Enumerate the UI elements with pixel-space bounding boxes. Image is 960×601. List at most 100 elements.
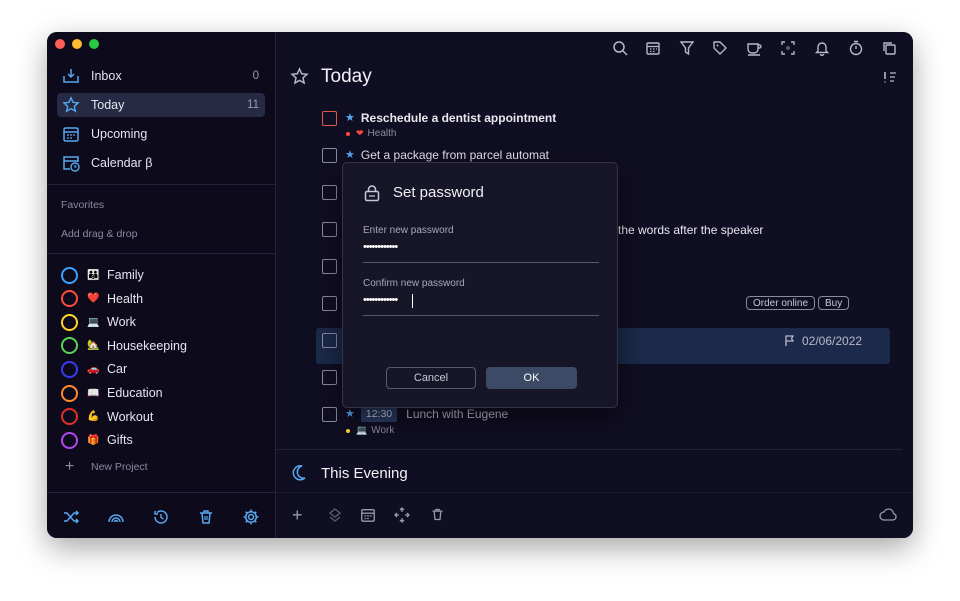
task-project: ❤ Health [346,128,396,139]
project-label: Housekeeping [107,338,187,353]
settings-icon[interactable] [242,508,260,526]
project-label: Gifts [107,433,133,448]
project-emoji-icon: 💻 [87,316,100,328]
sort-icon[interactable] [883,70,897,87]
calendar-icon[interactable] [645,40,661,56]
project-item[interactable]: 💪 Workout [61,407,153,427]
close-window-button[interactable] [55,39,65,49]
task-row[interactable]: ★ 12:30 Lunch with Eugene [322,407,508,422]
dialog-title: Set password [393,184,484,201]
set-password-dialog: Set password Enter new password ••••••••… [342,162,618,408]
sidebar-bottom-bar [47,492,276,538]
cloud-icon[interactable] [879,508,897,526]
tag-chip[interactable]: Order online [746,296,816,310]
bell-icon[interactable] [814,40,830,56]
project-ring-icon [61,431,78,449]
task-checkbox[interactable] [322,333,337,348]
task-time-badge: 12:30 [360,407,398,422]
task-checkbox[interactable] [322,296,337,311]
project-item[interactable]: 👪 Family [61,265,144,285]
project-ring-icon [61,337,78,355]
focus-icon[interactable] [780,40,796,56]
nav-calendar[interactable]: Calendar β [57,151,265,175]
task-checkbox[interactable] [322,259,337,274]
calendar-icon [62,125,80,143]
sidebar: Inbox 0 Today 11 Upcoming Calendar β Fav… [47,32,276,538]
history-icon[interactable] [152,508,170,526]
task-checkbox[interactable] [322,111,337,126]
inbox-count: 0 [252,70,259,82]
project-emoji-icon: 🎁 [87,434,100,446]
new-password-field[interactable]: •••••••••••• [363,241,398,253]
project-item[interactable]: 💻 Work [61,312,136,332]
project-item[interactable]: 🚗 Car [61,359,127,379]
project-emoji-icon: 📖 [87,387,100,399]
task-row[interactable]: ★ Get a package from parcel automat [322,148,549,163]
task-title: Lunch with Eugene [406,407,509,421]
copy-icon[interactable] [881,40,897,56]
add-drag-drop-hint: Add drag & drop [61,228,138,240]
ok-button[interactable]: OK [486,367,577,389]
project-label: Work [107,315,136,330]
section-divider [276,492,913,493]
rainbow-icon[interactable] [107,508,125,526]
project-ring-icon [61,384,78,402]
task-row[interactable]: ★ Reschedule a dentist appointment [322,111,556,126]
project-ring-icon [61,360,78,378]
task-title: Reschedule a dentist appointment [360,111,557,125]
new-password-underline [363,262,599,263]
nav-inbox[interactable]: Inbox 0 [57,64,265,88]
timer-icon[interactable] [848,40,864,56]
project-label: Health [107,291,144,306]
task-checkbox[interactable] [322,370,337,385]
new-project-label: New Project [91,461,148,473]
star-icon: ★ [345,149,355,161]
move-icon[interactable] [394,507,410,528]
task-checkbox[interactable] [322,185,337,200]
project-label: Family [107,268,144,282]
confirm-password-field[interactable]: •••••••••••• [363,294,398,306]
nav-upcoming-label: Upcoming [91,127,148,141]
search-icon[interactable] [612,40,628,56]
task-due-date: 02/06/2022 [802,334,863,348]
confirm-password-underline [363,315,599,316]
minimize-window-button[interactable] [72,39,82,49]
section-divider [276,449,902,450]
shuffle-icon[interactable] [62,508,80,526]
flag-icon [784,334,796,352]
project-item[interactable]: 📖 Education [61,383,163,403]
star-icon: ★ [345,112,355,124]
lock-icon [363,184,381,207]
today-star-icon [290,67,309,91]
task-checkbox[interactable] [322,148,337,163]
nav-upcoming[interactable]: Upcoming [57,122,265,146]
project-item[interactable]: 🎁 Gifts [61,430,133,450]
layers-icon[interactable] [328,508,342,529]
inbox-icon [62,67,80,85]
nav-inbox-label: Inbox [91,69,122,83]
task-project: 💻 Work [346,425,394,436]
project-ring-icon [61,290,78,308]
tag-icon[interactable] [712,40,728,56]
project-item[interactable]: 🏡 Housekeeping [61,336,187,356]
plus-icon: + [64,458,75,475]
project-emoji-icon: 💪 [87,411,100,423]
project-ring-icon [61,408,78,426]
cancel-button[interactable]: Cancel [386,367,476,389]
filter-icon[interactable] [679,40,695,56]
star-icon: ★ [345,408,355,420]
project-item[interactable]: ❤️ Health [61,289,143,309]
trash-icon[interactable] [197,508,215,526]
zoom-window-button[interactable] [89,39,99,49]
coffee-icon[interactable] [746,40,762,56]
new-project-button[interactable]: + New Project [61,457,148,477]
tag-chip[interactable]: Buy [818,296,850,310]
schedule-icon[interactable] [360,507,376,528]
task-checkbox[interactable] [322,407,337,422]
star-icon [62,96,80,114]
nav-today[interactable]: Today 11 [57,93,265,117]
task-checkbox[interactable] [322,222,337,237]
calendar-clock-icon [62,154,80,172]
trash-icon[interactable] [430,507,445,527]
add-task-icon[interactable]: + [292,505,303,526]
